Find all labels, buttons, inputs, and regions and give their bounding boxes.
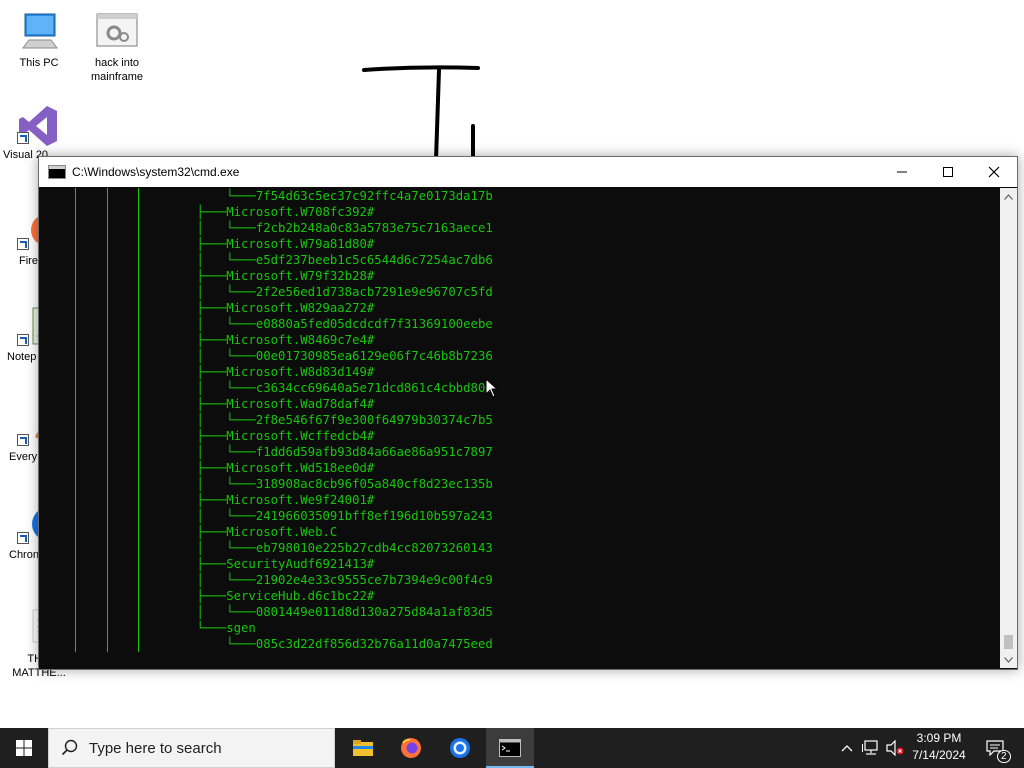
console-line: │ └───0801449e011d8d130a275d84a1af83d5 bbox=[167, 605, 493, 619]
start-button[interactable] bbox=[0, 728, 48, 768]
search-placeholder: Type here to search bbox=[89, 739, 222, 757]
console-line: │ └───e0880a5fed05dcdcdf7f31369100eebe bbox=[167, 317, 493, 331]
firefox-icon bbox=[401, 738, 421, 758]
computer-icon bbox=[17, 12, 61, 52]
chevron-up-icon bbox=[1004, 193, 1013, 200]
drawing-doodle bbox=[362, 65, 480, 160]
desktop-icon-label: This PC bbox=[19, 57, 59, 69]
show-hidden-icons-button[interactable] bbox=[836, 728, 858, 768]
shortcut-arrow-icon bbox=[17, 532, 29, 544]
shortcut-arrow-icon bbox=[17, 434, 29, 446]
console-line: │ └───241966035091bff8ef196d10b597a243 bbox=[167, 509, 493, 523]
close-button[interactable] bbox=[971, 157, 1017, 187]
minimize-icon bbox=[897, 171, 907, 173]
taskbar-cmd[interactable] bbox=[486, 728, 534, 768]
minimize-button[interactable] bbox=[879, 157, 925, 187]
cmd-titlebar[interactable]: C:\Windows\system32\cmd.exe bbox=[39, 157, 1017, 187]
maximize-icon bbox=[943, 167, 953, 177]
console-line: │ └───f2cb2b248a0c83a5783e75c7163aece1 bbox=[167, 221, 493, 235]
chrome-icon bbox=[450, 738, 470, 758]
desktop-icon-hack-into-mainframe[interactable]: hack into mainframe bbox=[79, 12, 155, 84]
cmd-window[interactable]: C:\Windows\system32\cmd.exe └───7f54d63c… bbox=[38, 156, 1018, 670]
console-line: │ └───00e01730985ea6129e06f7c46b8b7236 bbox=[167, 349, 493, 363]
console-line: ├───Microsoft.W8469c7e4# bbox=[167, 333, 375, 347]
settings-file-icon bbox=[95, 12, 139, 52]
console-line: ├───Microsoft.W79f32b28# bbox=[167, 269, 375, 283]
scrollbar-thumb[interactable] bbox=[1004, 635, 1013, 649]
console-line: │ └───c3634cc69640a5e71dcd861c4cbbd802 bbox=[167, 381, 493, 395]
taskbar-file-explorer[interactable] bbox=[339, 728, 387, 768]
chevron-down-icon bbox=[1004, 656, 1013, 663]
taskbar-chrome[interactable] bbox=[436, 728, 484, 768]
desktop-icon-this-pc[interactable]: This PC bbox=[1, 12, 77, 70]
console-line: ├───Microsoft.W79a81d80# bbox=[167, 237, 375, 251]
console-line: ├───Microsoft.W708fc392# bbox=[167, 205, 375, 219]
scroll-down-button[interactable] bbox=[1000, 651, 1017, 668]
console-line: ├───Microsoft.W829aa272# bbox=[167, 301, 375, 315]
taskbar: Type here to search 3:09 PM 7/14/2024 2 bbox=[0, 728, 1024, 768]
window-title: C:\Windows\system32\cmd.exe bbox=[72, 165, 240, 179]
console-line: │ └───2f2e56ed1d738acb7291e9e96707c5fd bbox=[167, 285, 493, 299]
console-line: │ └───e5df237beeb1c5c6544d6c7254ac7db6 bbox=[167, 253, 493, 267]
console-line: └───sgen bbox=[167, 621, 256, 635]
visual-studio-icon bbox=[17, 104, 61, 146]
terminal-icon bbox=[499, 739, 521, 757]
action-center-button[interactable]: 2 bbox=[980, 728, 1011, 768]
shortcut-arrow-icon bbox=[17, 334, 29, 346]
notification-count-badge: 2 bbox=[997, 750, 1011, 763]
mouse-pointer-icon bbox=[485, 378, 499, 398]
clock-date: 7/14/2024 bbox=[912, 748, 966, 762]
tree-branch-line bbox=[75, 188, 76, 652]
vertical-scrollbar[interactable] bbox=[1000, 188, 1017, 668]
console-line: │ └───eb798010e225b27cdb4cc82073260143 bbox=[167, 541, 493, 555]
console-line: ├───Microsoft.Wad78daf4# bbox=[167, 397, 375, 411]
clock-time: 3:09 PM bbox=[916, 731, 962, 745]
directory-tree: └───7f54d63c5ec37c92ffc4a7e0173da17b ├──… bbox=[167, 188, 493, 652]
console-line: │ └───21902e4e33c9555ce7b7394e9c00f4c9 bbox=[167, 573, 493, 587]
taskbar-clock[interactable]: 3:09 PM 7/14/2024 bbox=[902, 730, 976, 766]
console-line: ├───Microsoft.We9f24001# bbox=[167, 493, 375, 507]
console-line: ├───Microsoft.Web.C bbox=[167, 525, 338, 539]
taskbar-firefox[interactable] bbox=[387, 728, 435, 768]
folder-icon bbox=[353, 740, 373, 756]
windows-start-icon bbox=[16, 740, 32, 756]
console-line: │ └───318908ac8cb96f05a840cf8d23ec135b bbox=[167, 477, 493, 491]
shortcut-arrow-icon bbox=[17, 238, 29, 250]
console-line: ├───SecurityAudf6921413# bbox=[167, 557, 375, 571]
console-line: │ └───f1dd6d59afb93d84a66ae86a951c7897 bbox=[167, 445, 493, 459]
chevron-up-icon bbox=[841, 745, 853, 752]
close-icon bbox=[988, 166, 1000, 178]
taskbar-search-box[interactable]: Type here to search bbox=[48, 728, 335, 768]
console-line: ├───ServiceHub.d6c1bc22# bbox=[167, 589, 375, 603]
console-line: │ └───2f8e546f67f9e300f64979b30374c7b5 bbox=[167, 413, 493, 427]
search-icon bbox=[61, 739, 79, 757]
console-line: └───085c3d22df856d32b76a11d0a7475eed bbox=[167, 637, 493, 651]
shortcut-arrow-icon bbox=[17, 132, 29, 144]
tree-branch-line bbox=[138, 188, 139, 652]
terminal-icon bbox=[48, 165, 66, 179]
desktop-icon-visual-studio[interactable]: Visual 20 bbox=[1, 104, 77, 162]
console-output[interactable]: └───7f54d63c5ec37c92ffc4a7e0173da17b ├──… bbox=[39, 188, 999, 668]
console-line: ├───Microsoft.Wd518ee0d# bbox=[167, 461, 375, 475]
scroll-up-button[interactable] bbox=[1000, 188, 1017, 205]
maximize-button[interactable] bbox=[925, 157, 971, 187]
console-line: └───7f54d63c5ec37c92ffc4a7e0173da17b bbox=[167, 189, 493, 203]
console-line: ├───Microsoft.W8d83d149# bbox=[167, 365, 375, 379]
network-icon bbox=[862, 740, 878, 755]
desktop-icon-label: hack into mainframe bbox=[91, 57, 143, 83]
console-line: ├───Microsoft.Wcffedcb4# bbox=[167, 429, 375, 443]
network-button[interactable] bbox=[860, 728, 882, 768]
tree-branch-line bbox=[107, 188, 108, 652]
